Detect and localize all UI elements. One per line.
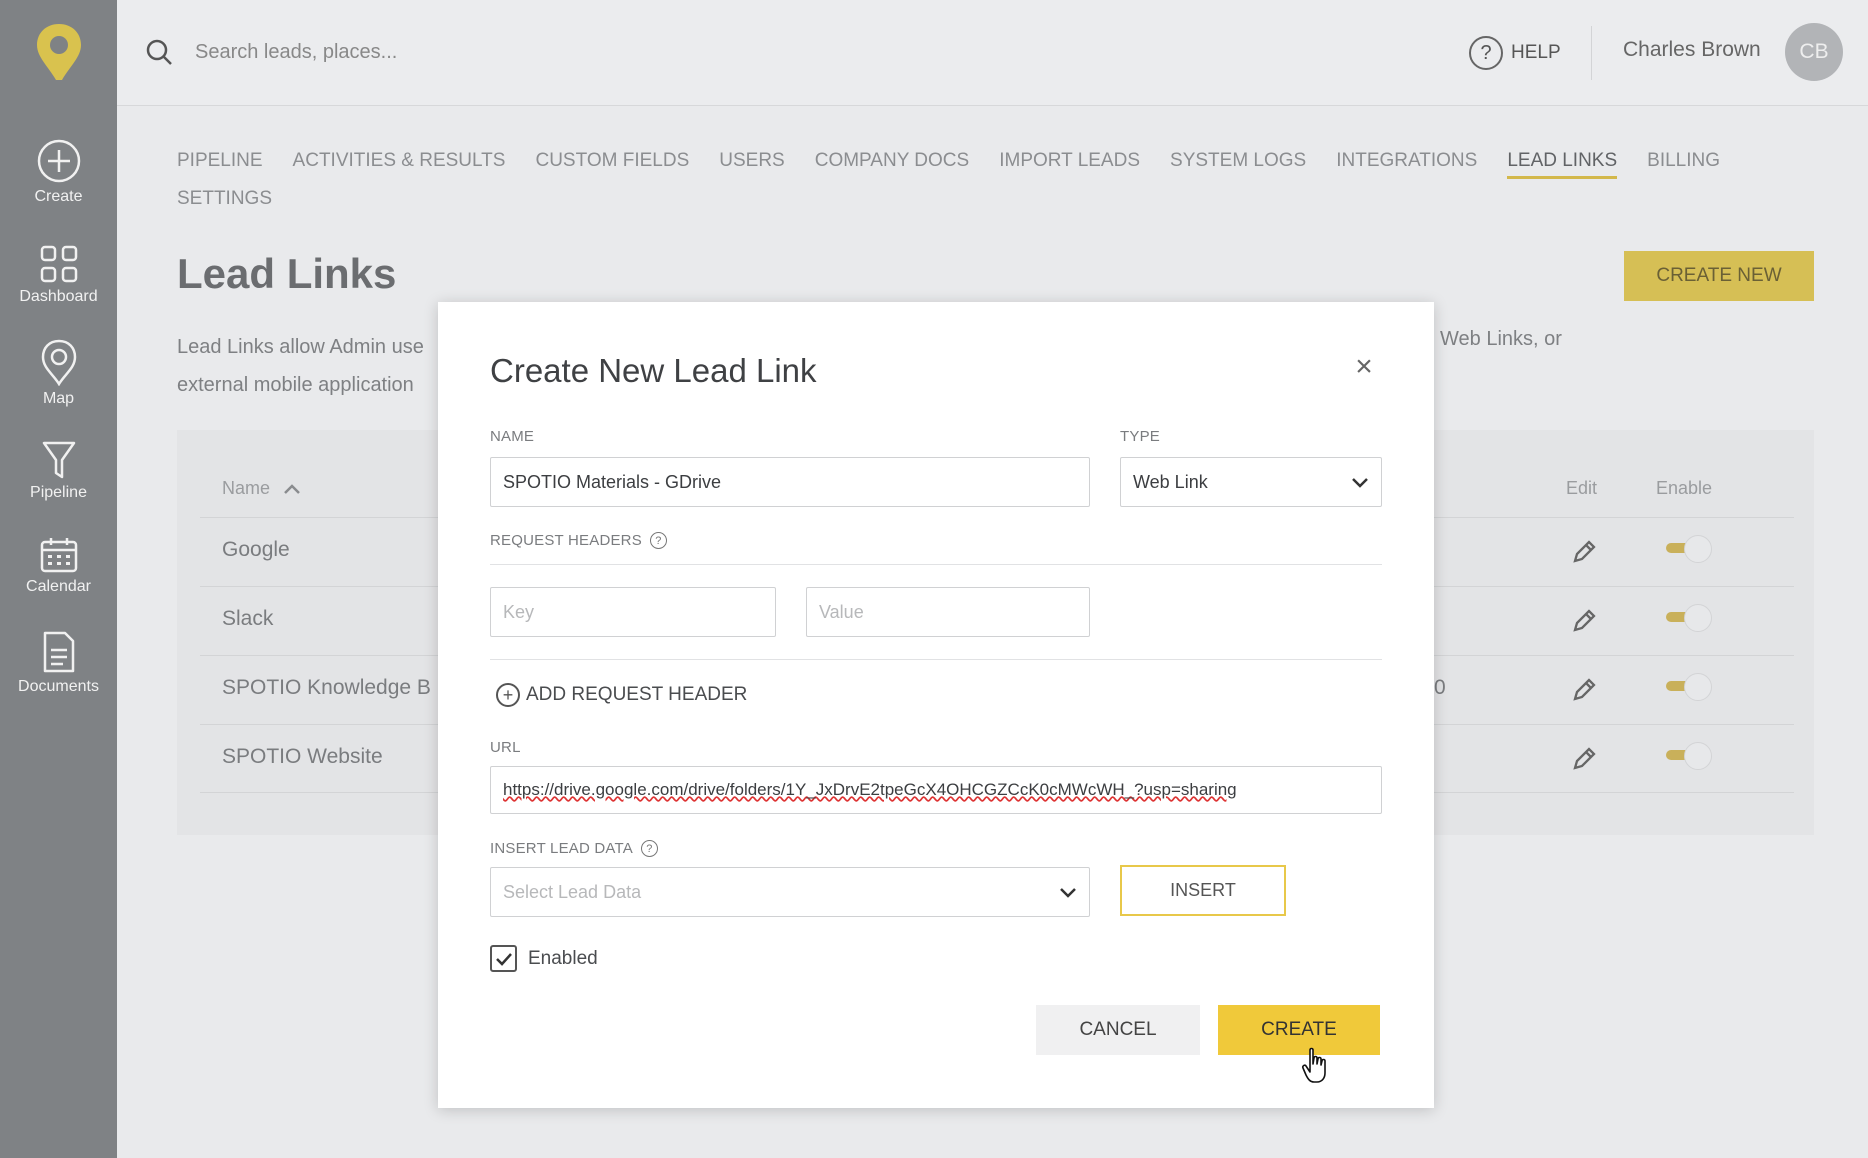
modal-title: Create New Lead Link bbox=[490, 352, 817, 389]
tab-company-docs[interactable]: COMPANY DOCS bbox=[815, 150, 970, 176]
row-extra: 0 bbox=[1434, 676, 1446, 699]
divider bbox=[490, 659, 1382, 660]
enable-toggle[interactable] bbox=[1664, 672, 1716, 702]
pencil-icon[interactable] bbox=[1570, 676, 1598, 704]
plus-circle-icon: + bbox=[496, 683, 520, 707]
add-request-header-button[interactable]: + ADD REQUEST HEADER bbox=[496, 683, 747, 707]
tab-integrations[interactable]: INTEGRATIONS bbox=[1336, 150, 1477, 176]
tab-pipeline[interactable]: PIPELINE bbox=[177, 150, 263, 176]
sidebar-item-label: Calendar bbox=[26, 578, 91, 595]
enable-toggle[interactable] bbox=[1664, 741, 1716, 771]
column-header-edit: Edit bbox=[1566, 478, 1598, 498]
search-input[interactable] bbox=[195, 34, 695, 70]
tab-import-leads[interactable]: IMPORT LEADS bbox=[999, 150, 1140, 176]
search-icon bbox=[146, 39, 172, 65]
insert-button[interactable]: INSERT bbox=[1120, 865, 1286, 916]
url-label: URL bbox=[490, 739, 521, 756]
column-header-name[interactable]: Name bbox=[222, 478, 302, 499]
plus-circle-icon bbox=[37, 139, 80, 183]
funnel-icon bbox=[42, 441, 75, 479]
grid-icon bbox=[40, 245, 77, 283]
row-name: Google bbox=[222, 538, 290, 561]
name-field[interactable]: SPOTIO Materials - GDrive bbox=[490, 457, 1090, 507]
lead-data-select[interactable]: Select Lead Data bbox=[490, 867, 1090, 917]
enable-toggle[interactable] bbox=[1664, 534, 1716, 564]
cancel-button[interactable]: CANCEL bbox=[1036, 1005, 1200, 1055]
create-button[interactable]: CREATE bbox=[1218, 1005, 1380, 1055]
sidebar-item-label: Map bbox=[42, 390, 75, 407]
insert-lead-data-text: INSERT LEAD DATA bbox=[490, 840, 633, 857]
row-name: SPOTIO Knowledge B bbox=[222, 676, 431, 699]
request-headers-text: REQUEST HEADERS bbox=[490, 532, 642, 549]
calendar-icon bbox=[40, 538, 77, 573]
close-icon[interactable]: × bbox=[1352, 352, 1376, 382]
top-bar: ? HELP Charles Brown CB bbox=[117, 0, 1868, 106]
map-pin-icon bbox=[41, 339, 76, 386]
enabled-checkbox[interactable] bbox=[490, 945, 517, 972]
tab-lead-links[interactable]: LEAD LINKS bbox=[1507, 150, 1618, 179]
column-header-enable: Enable bbox=[1656, 478, 1713, 498]
sidebar-item-create[interactable]: Create bbox=[0, 138, 117, 206]
question-icon[interactable]: ? bbox=[649, 532, 667, 549]
sidebar-item-map[interactable]: Map bbox=[0, 338, 117, 408]
create-lead-link-modal: Create New Lead Link × NAME SPOTIO Mater… bbox=[438, 302, 1434, 1108]
add-request-header-label: ADD REQUEST HEADER bbox=[526, 684, 748, 705]
type-select[interactable]: Web Link bbox=[1120, 457, 1382, 507]
sidebar-item-documents[interactable]: Documents bbox=[0, 630, 117, 696]
create-new-button[interactable]: CREATE NEW bbox=[1624, 251, 1814, 301]
chevron-down-icon bbox=[1060, 888, 1076, 898]
type-select-value: Web Link bbox=[1133, 471, 1208, 492]
sidebar-item-label: Pipeline bbox=[30, 484, 87, 501]
page-description-right: Web Links, or bbox=[1440, 328, 1562, 350]
pencil-icon[interactable] bbox=[1570, 607, 1598, 635]
tab-custom-fields[interactable]: CUSTOM FIELDS bbox=[535, 150, 689, 176]
enabled-label: Enabled bbox=[528, 948, 598, 969]
help-label: HELP bbox=[1511, 42, 1561, 63]
sidebar-item-calendar[interactable]: Calendar bbox=[0, 536, 117, 596]
page-title: Lead Links bbox=[177, 250, 397, 297]
type-label: TYPE bbox=[1120, 428, 1160, 445]
question-icon[interactable]: ? bbox=[640, 840, 658, 857]
pencil-icon[interactable] bbox=[1570, 745, 1598, 773]
sort-ascending-icon bbox=[284, 483, 300, 494]
pencil-icon[interactable] bbox=[1570, 538, 1598, 566]
user-name[interactable]: Charles Brown bbox=[1623, 38, 1761, 62]
spotio-logo[interactable] bbox=[34, 22, 84, 84]
help-button[interactable]: ? HELP bbox=[1469, 36, 1561, 70]
enable-toggle[interactable] bbox=[1664, 603, 1716, 633]
tab-billing[interactable]: BILLING bbox=[1647, 150, 1720, 176]
name-label: NAME bbox=[490, 428, 535, 445]
document-icon bbox=[43, 631, 74, 673]
insert-lead-data-label: INSERT LEAD DATA ? bbox=[490, 840, 658, 857]
tab-users[interactable]: USERS bbox=[719, 150, 784, 176]
lead-data-select-placeholder: Select Lead Data bbox=[503, 881, 642, 902]
url-value: https://drive.google.com/drive/folders/1… bbox=[503, 780, 1237, 799]
row-name: SPOTIO Website bbox=[222, 745, 383, 768]
sidebar-item-label: Create bbox=[34, 188, 83, 205]
url-field[interactable]: https://drive.google.com/drive/folders/1… bbox=[490, 766, 1382, 814]
tab-activities-results[interactable]: ACTIVITIES & RESULTS bbox=[293, 150, 506, 176]
sidebar: Create Dashboard Map Pipeline Calendar D… bbox=[0, 0, 117, 1158]
sidebar-item-dashboard[interactable]: Dashboard bbox=[0, 244, 117, 306]
divider bbox=[1591, 26, 1592, 80]
header-key-input[interactable] bbox=[490, 587, 776, 637]
hand-cursor-icon bbox=[1302, 1047, 1326, 1083]
tab-system-logs[interactable]: SYSTEM LOGS bbox=[1170, 150, 1306, 176]
request-headers-label: REQUEST HEADERS ? bbox=[490, 532, 667, 549]
divider bbox=[490, 564, 1382, 565]
avatar[interactable]: CB bbox=[1785, 23, 1843, 81]
tab-settings[interactable]: SETTINGS bbox=[177, 188, 272, 214]
sidebar-item-label: Documents bbox=[18, 678, 99, 695]
sidebar-item-pipeline[interactable]: Pipeline bbox=[0, 440, 117, 502]
help-icon: ? bbox=[1469, 36, 1503, 70]
chevron-down-icon bbox=[1352, 478, 1368, 488]
settings-nav: PIPELINE ACTIVITIES & RESULTS CUSTOM FIE… bbox=[177, 150, 1817, 226]
column-header-label: Name bbox=[222, 478, 271, 498]
sidebar-item-label: Dashboard bbox=[19, 288, 98, 305]
row-name: Slack bbox=[222, 607, 274, 630]
check-icon bbox=[495, 952, 512, 966]
header-value-input[interactable] bbox=[806, 587, 1090, 637]
